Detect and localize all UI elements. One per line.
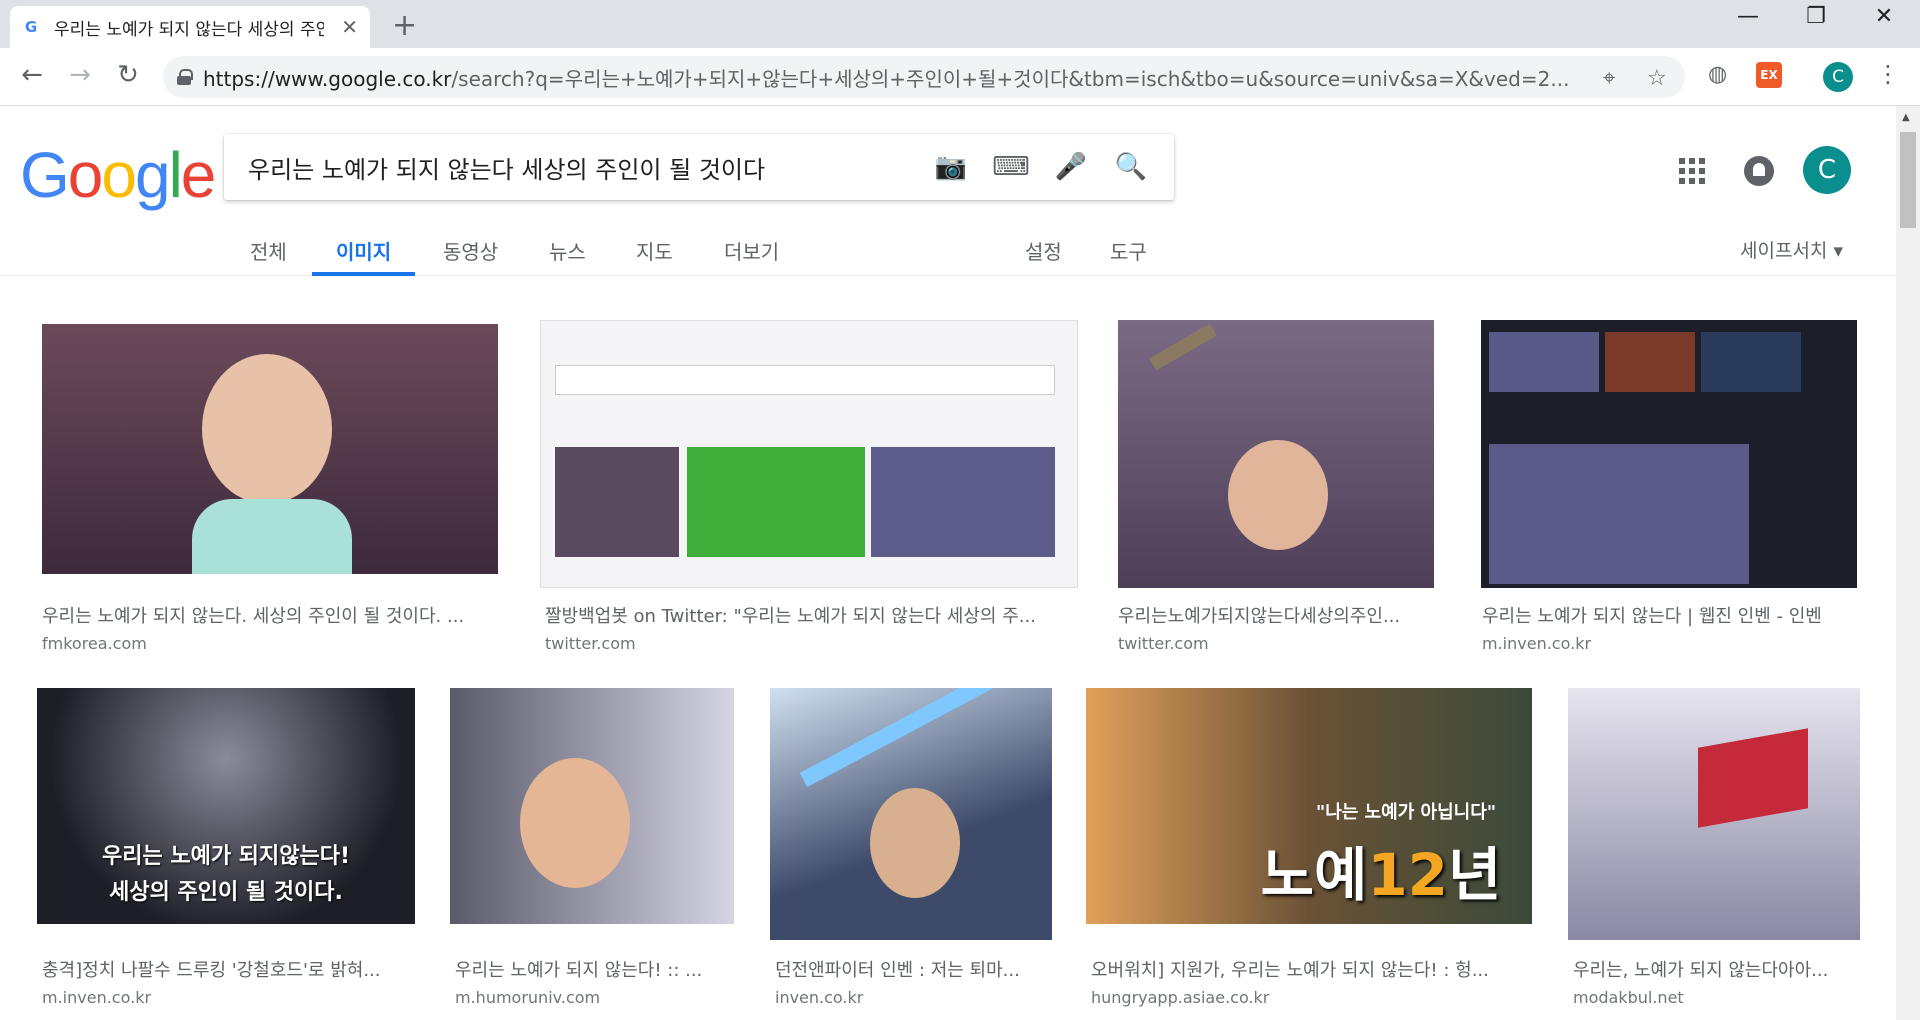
tab-maps[interactable]: 지도 [636, 236, 673, 276]
apps-grid-icon[interactable] [1679, 158, 1705, 184]
keyboard-icon[interactable]: ⌨ [992, 152, 1030, 182]
search-input[interactable]: 우리는 노예가 되지 않는다 세상의 주인이 될 것이다 [248, 150, 910, 185]
result-card[interactable]: 던전앤파이터 인벤 : 저는 퇴마... inven.co.kr [770, 688, 1052, 1007]
result-thumbnail[interactable] [1568, 688, 1860, 940]
result-title[interactable]: 던전앤파이터 인벤 : 저는 퇴마... [775, 956, 1055, 982]
result-thumbnail[interactable] [450, 688, 734, 924]
result-thumbnail[interactable] [770, 688, 1052, 940]
result-card[interactable]: 우리는 노예가 되지않는다! 세상의 주인이 될 것이다. 충격]정치 나팔수 … [37, 688, 415, 1007]
result-thumbnail[interactable] [42, 324, 498, 574]
result-source: inven.co.kr [775, 988, 864, 1007]
result-source: twitter.com [1118, 634, 1209, 653]
tab-more[interactable]: 더보기 [724, 236, 779, 276]
result-title[interactable]: 짤방백업봇 on Twitter: "우리는 노예가 되지 않는다 세상의 주.… [545, 602, 1075, 628]
result-source: fmkorea.com [42, 634, 147, 653]
minimize-button[interactable]: — [1718, 4, 1778, 29]
profile-avatar[interactable]: C [1823, 62, 1853, 92]
back-arrow-icon[interactable]: ← [14, 60, 50, 90]
result-title[interactable]: 우리는, 노예가 되지 않는다아아... [1573, 956, 1863, 982]
tab-images[interactable]: 이미지 [312, 236, 416, 276]
result-title[interactable]: 오버워치] 지원가, 우리는 노예가 되지 않는다! : 헝... [1091, 956, 1531, 982]
result-card[interactable]: 우리는 노예가 되지 않는다 | 웹진 인벤 - 인벤 m.inven.co.k… [1477, 320, 1859, 653]
close-window-button[interactable]: ✕ [1854, 4, 1914, 29]
result-source: m.humoruniv.com [455, 988, 601, 1007]
result-source: m.inven.co.kr [1482, 634, 1592, 653]
search-results-page: Google 우리는 노예가 되지 않는다 세상의 주인이 될 것이다 📷 ⌨ … [0, 106, 1896, 1020]
location-target-icon[interactable]: ⌖ [1603, 66, 1615, 91]
result-card[interactable]: 우리는노예가되지않는다세상의주인... twitter.com [1113, 320, 1435, 653]
result-card[interactable]: 우리는, 노예가 되지 않는다아아... modakbul.net [1568, 688, 1860, 1007]
tab-all[interactable]: 전체 [250, 236, 287, 276]
tab-tools[interactable]: 도구 [1110, 236, 1147, 276]
result-title[interactable]: 우리는노예가되지않는다세상의주인... [1118, 602, 1438, 628]
globe-extension-icon[interactable]: ◍ [1708, 62, 1727, 87]
notifications-bell-icon[interactable] [1744, 156, 1774, 186]
search-icon[interactable]: 🔍 [1112, 152, 1150, 182]
google-logo[interactable]: Google [20, 138, 216, 212]
result-source: twitter.com [545, 634, 636, 653]
result-card[interactable]: 짤방백업봇 on Twitter: "우리는 노예가 되지 않는다 세상의 주.… [540, 320, 1078, 653]
new-tab-button[interactable]: + [392, 8, 417, 43]
tab-videos[interactable]: 동영상 [443, 236, 498, 276]
reload-icon[interactable]: ↻ [110, 60, 146, 90]
tab-close-icon[interactable]: ✕ [341, 15, 358, 39]
address-bar[interactable]: https://www.google.co.kr/search?q=우리는+노예… [163, 56, 1685, 98]
result-thumbnail[interactable] [1481, 320, 1857, 588]
result-source: hungryapp.asiae.co.kr [1091, 988, 1270, 1007]
browser-tab[interactable]: G 우리는 노예가 되지 않는다 세상의 주인이 될 것이다 - Google … [10, 6, 370, 48]
bookmark-star-icon[interactable]: ☆ [1647, 66, 1667, 91]
account-avatar[interactable]: C [1803, 146, 1851, 194]
url-text[interactable]: https://www.google.co.kr/search?q=우리는+노예… [203, 63, 1583, 92]
restore-button[interactable]: ❐ [1786, 4, 1846, 29]
tab-strip: G 우리는 노예가 되지 않는다 세상의 주인이 될 것이다 - Google … [0, 0, 1920, 48]
result-thumbnail[interactable]: "나는 노예가 아닙니다" 노예12년 [1086, 688, 1532, 924]
result-source: m.inven.co.kr [42, 988, 152, 1007]
result-title[interactable]: 충격]정치 나팔수 드루킹 '강철호드'로 밝혀... [42, 956, 412, 982]
result-source: modakbul.net [1573, 988, 1684, 1007]
result-card[interactable]: "나는 노예가 아닙니다" 노예12년 오버워치] 지원가, 우리는 노예가 되… [1086, 688, 1532, 1007]
tab-news[interactable]: 뉴스 [549, 236, 586, 276]
scroll-up-arrow-icon[interactable]: ▲ [1902, 112, 1910, 123]
result-title[interactable]: 우리는 노예가 되지 않는다! :: ... [455, 956, 731, 982]
microphone-icon[interactable]: 🎤 [1052, 152, 1090, 182]
result-thumbnail[interactable] [1118, 320, 1434, 588]
browser-toolbar: ← → ↻ https://www.google.co.kr/search?q=… [0, 48, 1920, 106]
google-favicon-icon: G [24, 18, 38, 36]
safesearch-dropdown[interactable]: 세이프서치 ▾ [1740, 236, 1843, 263]
forward-arrow-icon[interactable]: → [62, 60, 98, 90]
camera-icon[interactable]: 📷 [932, 152, 970, 182]
search-box[interactable]: 우리는 노예가 되지 않는다 세상의 주인이 될 것이다 📷 ⌨ 🎤 🔍 [224, 134, 1174, 200]
result-card[interactable]: 우리는 노예가 되지 않는다. 세상의 주인이 될 것이다. ... fmkor… [37, 320, 507, 653]
tab-settings[interactable]: 설정 [1025, 236, 1062, 276]
result-thumbnail[interactable] [540, 320, 1078, 588]
page-scrollbar[interactable]: ▲ [1896, 106, 1920, 1020]
result-thumbnail[interactable]: 우리는 노예가 되지않는다! 세상의 주인이 될 것이다. [37, 688, 415, 924]
browser-menu-icon[interactable]: ⋮ [1876, 60, 1900, 88]
scrollbar-thumb[interactable] [1900, 132, 1916, 228]
tab-title: 우리는 노예가 되지 않는다 세상의 주인이 될 것이다 - Google 검색 [54, 19, 324, 40]
result-card[interactable]: 우리는 노예가 되지 않는다! :: ... m.humoruniv.com [450, 688, 734, 1007]
ex-extension-icon[interactable]: EX [1756, 62, 1782, 88]
result-title[interactable]: 우리는 노예가 되지 않는다. 세상의 주인이 될 것이다. ... [42, 602, 512, 628]
result-title[interactable]: 우리는 노예가 되지 않는다 | 웹진 인벤 - 인벤 [1482, 602, 1858, 628]
search-type-tabs: 전체 이미지 동영상 뉴스 지도 더보기 설정 도구 세이프서치 ▾ [0, 226, 1896, 276]
lock-icon [177, 69, 193, 85]
